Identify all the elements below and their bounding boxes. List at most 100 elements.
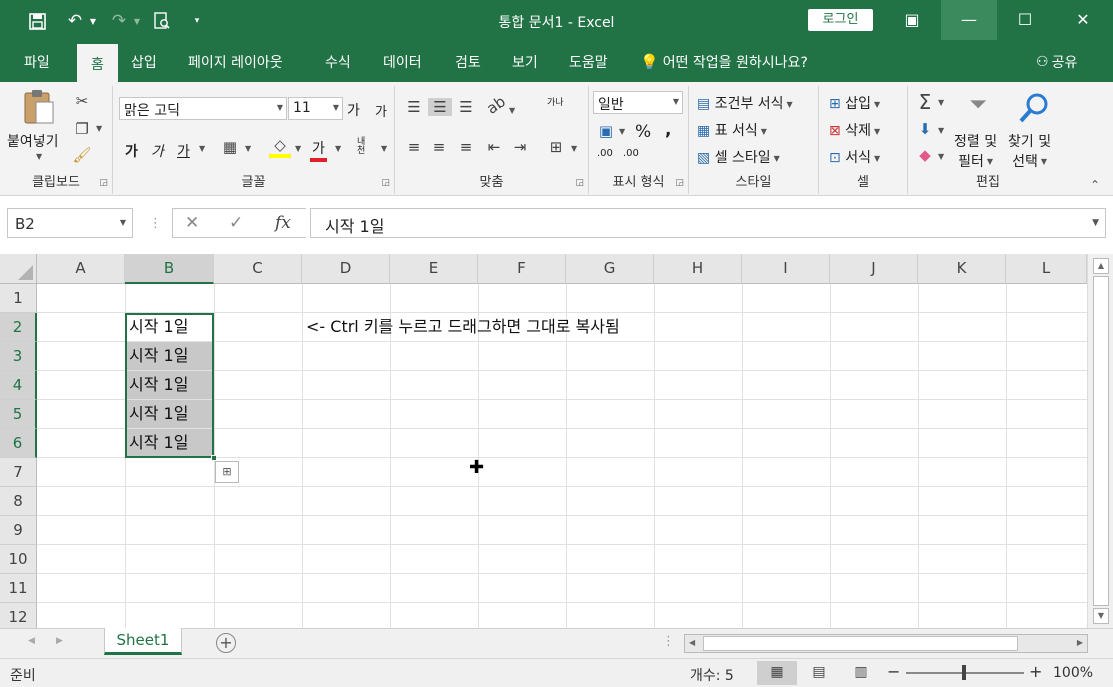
column-header-d[interactable]: D [302,254,390,284]
horizontal-scrollbar[interactable]: ◀ ▶ [684,634,1088,653]
font-color-dropdown-icon[interactable]: ▼ [335,144,341,153]
tab-review[interactable]: 검토 [455,52,481,72]
row-header-2[interactable]: 2 [0,313,37,342]
decrease-indent-icon[interactable]: ⇤ [483,138,505,156]
underline-button[interactable]: 가 [177,141,190,161]
close-button[interactable]: ✕ [1055,0,1111,40]
font-color-button[interactable]: 가 [310,138,327,162]
scroll-right-icon[interactable]: ▶ [1077,638,1083,647]
row-header-1[interactable]: 1 [0,284,37,313]
page-break-view-icon[interactable]: ▥ [841,661,881,685]
vertical-scroll-thumb[interactable] [1093,276,1109,606]
insert-cells-button[interactable]: ⊞ 삽입 ▼ [829,93,880,113]
fill-dropdown-icon[interactable]: ▼ [938,126,944,135]
column-header-j[interactable]: J [830,254,918,284]
sheet-tab-sheet1[interactable]: Sheet1 [104,628,182,655]
font-launcher-icon[interactable]: ◲ [381,178,390,188]
decrease-decimal-button[interactable]: .00 [623,148,639,159]
increase-decimal-button[interactable]: .00 [597,148,613,159]
zoom-in-icon[interactable]: + [1029,662,1042,681]
tab-view[interactable]: 보기 [512,52,538,72]
row-header-4[interactable]: 4 [0,371,37,400]
format-painter-icon[interactable]: 🖌 [72,146,92,164]
copy-icon[interactable]: ❐ [72,120,92,138]
column-header-a[interactable]: A [37,254,125,284]
fill-color-icon[interactable]: ◇ [269,136,291,158]
tab-help[interactable]: 도움말 [569,52,608,72]
format-as-table-button[interactable]: ▦ 표 서식 ▼ [697,120,767,140]
tab-page-layout[interactable]: 페이지 레이아웃 [188,52,283,72]
sort-filter-icon[interactable]: ⏷ [956,92,1000,122]
column-header-e[interactable]: E [390,254,478,284]
paste-dropdown-icon[interactable]: ▼ [36,152,42,161]
row-header-6[interactable]: 6 [0,429,37,458]
row-header-10[interactable]: 10 [0,545,37,574]
wrap-text-button[interactable]: 가나 [547,98,565,108]
align-center-icon[interactable]: ≡ [428,138,450,156]
copy-dropdown-icon[interactable]: ▼ [96,124,102,133]
enter-icon[interactable]: ✓ [229,213,243,233]
cut-icon[interactable]: ✂ [72,92,92,110]
autosum-icon[interactable]: Σ [914,90,936,114]
orientation-icon[interactable]: ab [482,91,510,118]
column-header-f[interactable]: F [478,254,566,284]
row-header-7[interactable]: 7 [0,458,37,487]
tab-data[interactable]: 데이터 [383,52,422,72]
tab-home[interactable]: 홈 [77,44,118,82]
align-left-icon[interactable]: ≡ [403,138,425,156]
tab-file[interactable]: 파일 [24,52,50,72]
sort-filter-button[interactable]: 정렬 및 필터 ▼ [954,132,997,172]
quick-analysis-icon[interactable]: ⊞ [215,461,239,483]
horizontal-scroll-thumb[interactable] [703,636,1018,651]
cancel-icon[interactable]: ✕ [185,213,199,233]
page-layout-view-icon[interactable]: ▤ [799,661,839,685]
scroll-up-icon[interactable]: ▲ [1093,258,1109,274]
font-name-select[interactable]: 맑은 고딕 ▼ [119,97,287,120]
insert-function-button[interactable]: fx [275,213,291,233]
italic-button[interactable]: 가 [151,141,164,161]
find-select-button[interactable]: 찾기 및 선택 ▼ [1008,132,1051,172]
tell-me-search[interactable]: 💡 어떤 작업을 원하시나요? [640,52,808,72]
expand-formula-icon[interactable]: ▼ [1092,218,1099,228]
border-icon[interactable]: ▦ [219,138,241,156]
grow-font-button[interactable]: 가 [347,100,360,120]
share-button[interactable]: ⚇ 공유 [1036,52,1077,72]
column-header-k[interactable]: K [918,254,1006,284]
column-header-i[interactable]: I [742,254,830,284]
font-size-select[interactable]: 11 ▼ [288,97,343,120]
clear-dropdown-icon[interactable]: ▼ [938,152,944,161]
bold-button[interactable]: 가 [125,141,138,161]
border-dropdown-icon[interactable]: ▼ [245,144,251,153]
column-header-h[interactable]: H [654,254,742,284]
alignment-launcher-icon[interactable]: ◲ [575,178,584,188]
number-format-select[interactable]: 일반 ▼ [593,91,683,114]
accounting-format-icon[interactable]: ▣ [595,122,617,140]
align-right-icon[interactable]: ≡ [455,138,477,156]
prev-sheet-icon[interactable]: ◀ [28,636,35,646]
format-cells-button[interactable]: ⊡ 서식 ▼ [829,147,880,167]
column-header-l[interactable]: L [1006,254,1087,284]
scroll-down-icon[interactable]: ▼ [1093,608,1109,624]
maximize-button[interactable]: ☐ [997,0,1053,40]
merge-dropdown-icon[interactable]: ▼ [571,144,577,153]
delete-cells-button[interactable]: ⊠ 삭제 ▼ [829,120,880,140]
orientation-dropdown-icon[interactable]: ▼ [509,106,515,115]
paste-icon[interactable] [20,88,58,128]
vertical-scrollbar[interactable]: ▲ ▼ [1087,254,1113,628]
cell-d2[interactable]: <- Ctrl 키를 누르고 드래그하면 그대로 복사됨 [302,313,620,341]
cell-styles-button[interactable]: ▧ 셀 스타일 ▼ [697,147,780,167]
paste-button[interactable]: 붙여넣기 [7,131,59,151]
autosum-dropdown-icon[interactable]: ▼ [938,98,944,107]
underline-dropdown-icon[interactable]: ▼ [199,144,205,153]
zoom-slider-knob[interactable] [962,665,966,680]
clipboard-launcher-icon[interactable]: ◲ [99,178,108,188]
collapse-ribbon-icon[interactable]: ⌃ [1090,178,1100,192]
minimize-button[interactable]: — [941,0,997,40]
zoom-level[interactable]: 100% [1053,665,1093,681]
shrink-font-button[interactable]: 가 [375,101,387,120]
formula-input[interactable]: 시작 1일 ▼ [310,208,1106,238]
next-sheet-icon[interactable]: ▶ [56,636,63,646]
align-top-icon[interactable]: ☰ [403,98,425,116]
phonetic-dropdown-icon[interactable]: ▼ [381,144,387,153]
new-sheet-icon[interactable]: + [216,633,236,653]
